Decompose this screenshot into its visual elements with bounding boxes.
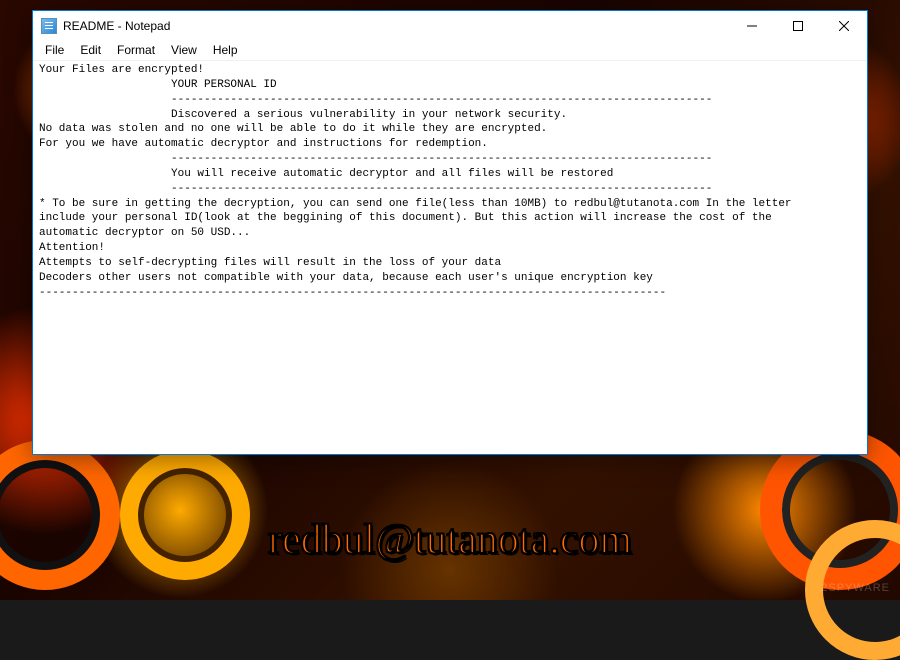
menu-help[interactable]: Help	[205, 41, 246, 60]
close-button[interactable]	[821, 11, 867, 41]
window-controls	[729, 11, 867, 41]
notepad-icon	[41, 18, 57, 34]
menu-view[interactable]: View	[163, 41, 205, 60]
document-text: Your Files are encrypted! YOUR PERSONAL …	[39, 63, 861, 301]
window-title: README - Notepad	[63, 19, 729, 33]
menu-format[interactable]: Format	[109, 41, 163, 60]
menu-edit[interactable]: Edit	[72, 41, 109, 60]
bg-decoration	[0, 440, 120, 590]
watermark: 2SPYWARE	[821, 582, 890, 594]
minimize-button[interactable]	[729, 11, 775, 41]
titlebar[interactable]: README - Notepad	[33, 11, 867, 41]
text-area[interactable]: Your Files are encrypted! YOUR PERSONAL …	[33, 61, 867, 454]
bg-decoration	[120, 450, 250, 580]
overlay-email-text: redbul@tutanota.com	[268, 516, 632, 564]
menubar: File Edit Format View Help	[33, 41, 867, 61]
notepad-window: README - Notepad File Edit Format View H…	[32, 10, 868, 455]
maximize-button[interactable]	[775, 11, 821, 41]
menu-file[interactable]: File	[37, 41, 72, 60]
